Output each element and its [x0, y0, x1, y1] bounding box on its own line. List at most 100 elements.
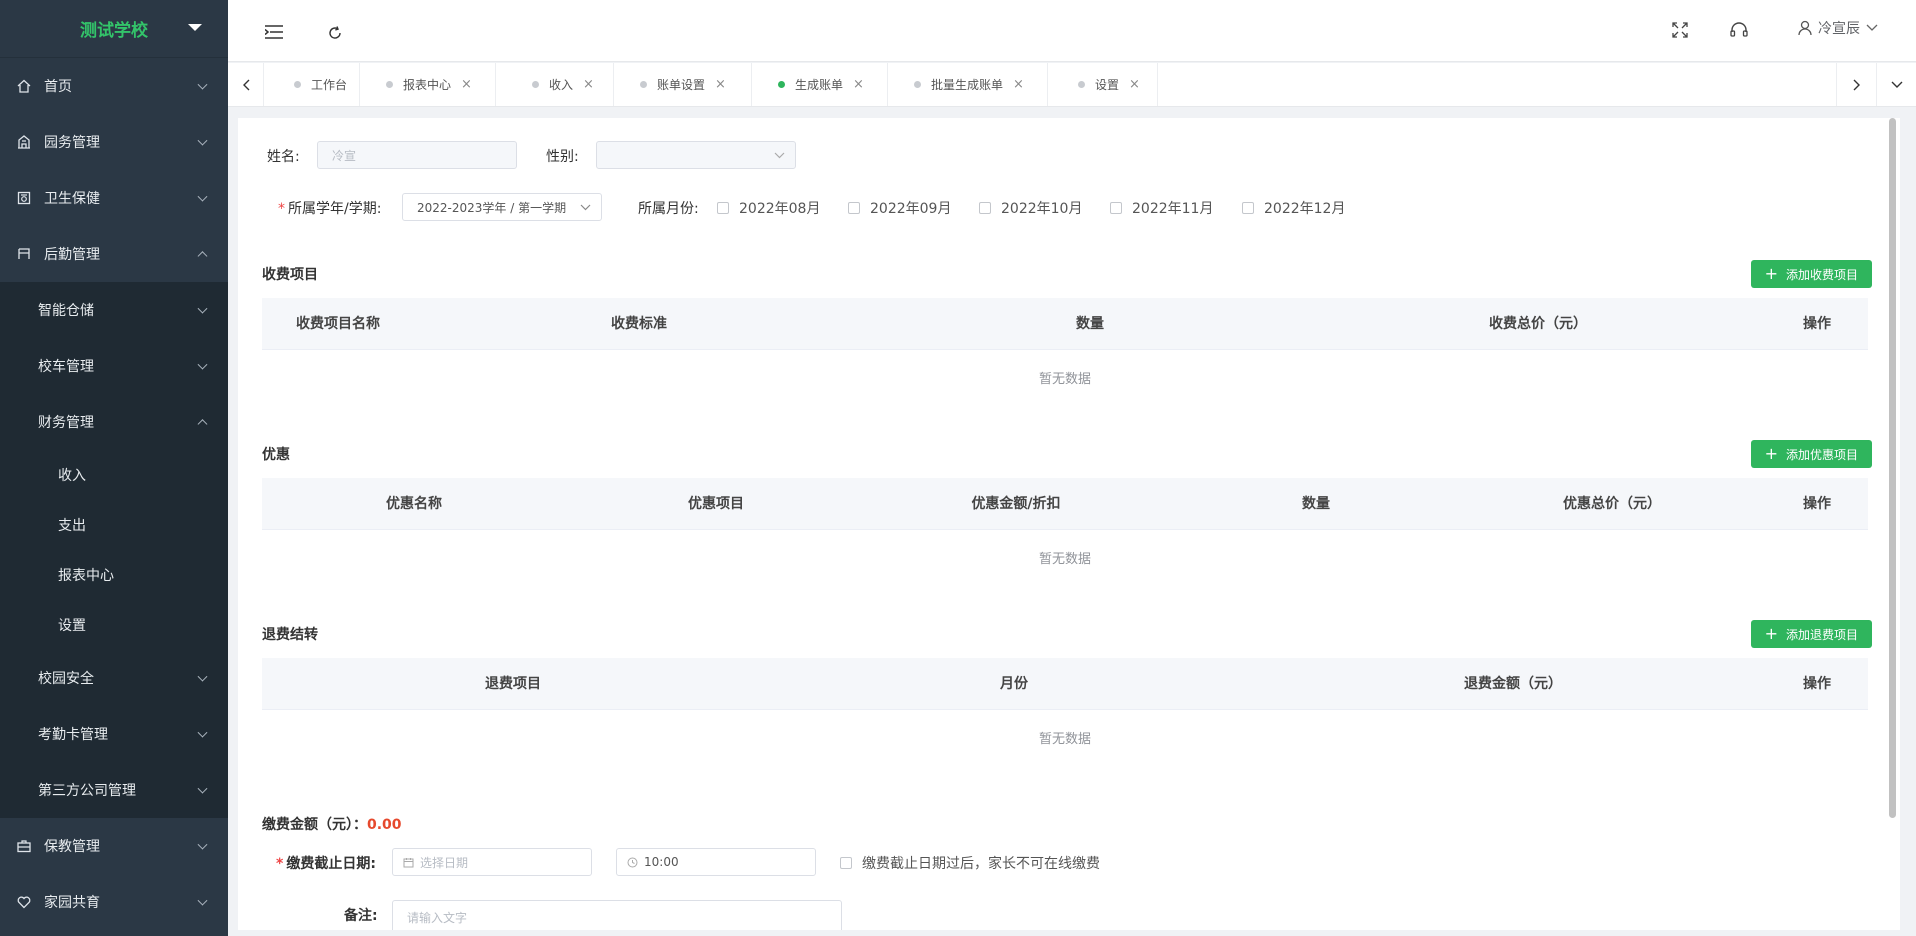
sidebar-item-third-party[interactable]: 第三方公司管理 [0, 762, 228, 818]
checkbox-box[interactable] [848, 202, 860, 214]
term-label-text: 所属学年/学期: [288, 201, 382, 217]
tab-label: 批量生成账单 [931, 78, 1004, 92]
column-header: 优惠金额/折扣 [971, 496, 1061, 512]
sidebar-item-label: 考勤卡管理 [38, 727, 108, 743]
checkbox-box[interactable] [840, 857, 852, 869]
tabs-scroll-left-icon[interactable] [228, 63, 264, 106]
month-checkbox-4[interactable]: 2022年11月 [1110, 198, 1213, 218]
tab-label: 收入 [549, 78, 574, 92]
fullscreen-icon[interactable] [1670, 20, 1690, 40]
chevron-down-icon [197, 783, 208, 794]
add-refund-button[interactable]: + 添加退费项目 [1750, 620, 1872, 648]
plus-icon: + [1764, 264, 1778, 283]
checkbox-box[interactable] [979, 202, 991, 214]
add-discount-button[interactable]: + 添加优惠项目 [1750, 440, 1872, 468]
table-header: 优惠名称 优惠项目 优惠金额/折扣 数量 优惠总价（元） 操作 [262, 478, 1868, 530]
sidebar-item-teaching[interactable]: 保教管理 [0, 818, 228, 874]
sidebar-item-attendance-card[interactable]: 考勤卡管理 [0, 706, 228, 762]
term-select[interactable]: 2022-2023学年 / 第一学期 [402, 193, 602, 221]
column-header: 收费项目名称 [296, 316, 380, 332]
sidebar-item-home[interactable]: 首页 [0, 58, 228, 114]
headset-icon[interactable] [1728, 20, 1750, 40]
close-icon[interactable]: × [715, 77, 726, 92]
sidebar-item-income[interactable]: 收入 [0, 450, 228, 500]
add-fee-button[interactable]: + 添加收费项目 [1750, 260, 1872, 288]
tab-income[interactable]: 收入 × [496, 63, 614, 106]
tab-status-dot [914, 81, 921, 88]
chevron-down-icon [1866, 24, 1878, 31]
column-header: 优惠名称 [386, 496, 442, 512]
clock-icon [627, 857, 638, 867]
brand-header[interactable]: 测试学校 [0, 0, 228, 58]
close-icon[interactable]: × [583, 77, 594, 92]
checkbox-box[interactable] [1110, 202, 1122, 214]
checkbox-box[interactable] [717, 202, 729, 214]
chevron-down-icon [197, 79, 208, 90]
checkbox-box[interactable] [1242, 202, 1254, 214]
refund-section-title: 退费结转 [262, 627, 318, 643]
sidebar-item-label: 支出 [58, 518, 86, 534]
caret-down-icon[interactable] [188, 24, 202, 31]
home-icon [17, 79, 31, 93]
remark-textarea[interactable]: 请输入文字 [392, 900, 842, 930]
sidebar-item-health-care[interactable]: 卫生保健 [0, 170, 228, 226]
tab-workbench[interactable]: 工作台 [264, 63, 360, 106]
column-header: 收费标准 [611, 316, 667, 332]
deadline-label-text: 缴费截止日期: [286, 856, 376, 872]
month-checkbox-5[interactable]: 2022年12月 [1242, 198, 1345, 218]
month-checkbox-3[interactable]: 2022年10月 [979, 198, 1082, 218]
button-label: 添加退费项目 [1785, 627, 1858, 642]
user-icon [1798, 20, 1812, 36]
sidebar-item-campus-affairs[interactable]: 园务管理 [0, 114, 228, 170]
tab-status-dot [1078, 81, 1085, 88]
column-header: 操作 [1803, 676, 1831, 692]
sidebar-item-expense[interactable]: 支出 [0, 500, 228, 550]
tab-settings[interactable]: 设置 × [1048, 63, 1158, 106]
tab-label: 报表中心 [403, 78, 452, 92]
month-checkbox-2[interactable]: 2022年09月 [848, 198, 951, 218]
close-icon[interactable]: × [853, 77, 864, 92]
table-header: 退费项目 月份 退费金额（元） 操作 [262, 658, 1868, 710]
tab-status-dot [294, 81, 301, 88]
tabs-dropdown-icon[interactable] [1876, 63, 1916, 106]
chevron-down-icon [197, 135, 208, 146]
user-menu[interactable]: 冷宣辰 [1798, 18, 1878, 38]
plus-icon: + [1764, 624, 1778, 643]
menu-toggle-icon[interactable] [264, 24, 284, 40]
sidebar-item-school-bus[interactable]: 校车管理 [0, 338, 228, 394]
sidebar-item-logistics[interactable]: 后勤管理 [0, 226, 228, 282]
button-label: 添加收费项目 [1785, 267, 1858, 282]
deadline-time-input[interactable]: 10:00 [616, 848, 816, 876]
month-checkbox-1[interactable]: 2022年08月 [717, 198, 820, 218]
deadline-date-input[interactable]: 选择日期 [392, 848, 592, 876]
sidebar-item-smart-storage[interactable]: 智能仓储 [0, 282, 228, 338]
tab-status-dot [386, 81, 393, 88]
tab-generate-bill[interactable]: 生成账单 × [752, 63, 888, 106]
tab-bill-settings[interactable]: 账单设置 × [614, 63, 752, 106]
column-header: 优惠总价（元） [1563, 496, 1661, 512]
logistics-icon [18, 248, 30, 259]
name-input[interactable]: 冷宣 [317, 141, 517, 169]
sidebar-item-campus-safety[interactable]: 校园安全 [0, 650, 228, 706]
scrollbar[interactable] [1889, 118, 1896, 818]
sidebar-item-label: 报表中心 [58, 568, 114, 584]
sidebar-item-settings[interactable]: 设置 [0, 600, 228, 650]
deadline-restrict-checkbox[interactable]: 缴费截止日期过后，家长不可在线缴费 [840, 853, 1100, 873]
tabs-bar: 工作台 报表中心 × 收入 × 账单设置 × 生成账单 × 批量生成账单 × 设… [228, 63, 1916, 107]
amount-label: 缴费金额（元）：0.00 [262, 814, 402, 834]
sidebar-item-home-school[interactable]: 家园共育 [0, 874, 228, 930]
close-icon[interactable]: × [1129, 77, 1140, 92]
sidebar-item-label: 家园共育 [44, 895, 100, 911]
tab-report-center[interactable]: 报表中心 × [360, 63, 496, 106]
name-label: 姓名: [267, 149, 300, 165]
sidebar-item-finance[interactable]: 财务管理 [0, 394, 228, 450]
column-header: 数量 [1302, 496, 1330, 512]
tabs-scroll-right-icon[interactable] [1836, 63, 1876, 106]
tab-batch-generate-bill[interactable]: 批量生成账单 × [888, 63, 1048, 106]
sidebar-item-report-center[interactable]: 报表中心 [0, 550, 228, 600]
close-icon[interactable]: × [1013, 77, 1024, 92]
refresh-icon[interactable] [326, 24, 344, 42]
gender-select[interactable] [596, 141, 796, 169]
column-header: 操作 [1803, 316, 1831, 332]
close-icon[interactable]: × [461, 77, 472, 92]
